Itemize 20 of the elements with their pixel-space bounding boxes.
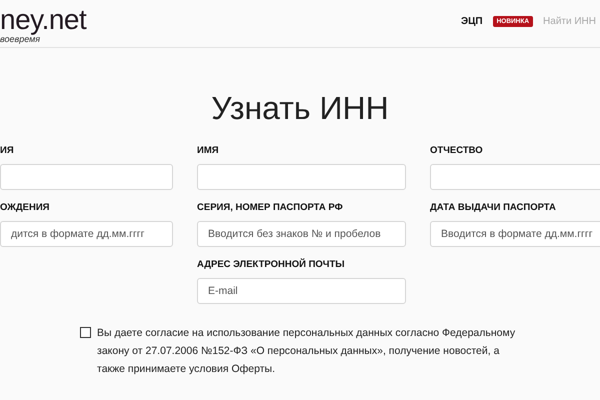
input-field[interactable]: E-mail [197, 278, 406, 304]
field-label: ОТЧЕСТВО [430, 145, 484, 156]
input-field[interactable] [430, 164, 600, 190]
consent-text: Вы даете согласие на использование персональных данных согласно Федеральному закону от 27.07.2006 №152-ФЗ «О персональных данных», получение новостей, а также принимаете условия Оферты. [97, 326, 516, 377]
field-label: ДАТА ВЫДАЧИ ПАСПОРТА [430, 202, 557, 213]
field-label: СЕРИЯ, НОМЕР ПАСПОРТА РФ [197, 202, 344, 213]
consent-checkbox[interactable] [80, 327, 91, 338]
field-label: ИЯ [0, 145, 15, 156]
input-field[interactable]: Вводится без знаков № и пробелов [197, 221, 406, 247]
input-field[interactable]: Вводится в формате дд.мм.гггг [430, 221, 600, 247]
input-field[interactable] [197, 164, 406, 190]
input-field[interactable] [0, 164, 173, 190]
page-title: Узнать ИНН [210, 90, 390, 127]
input-field[interactable]: дится в формате дд.мм.гггг [0, 221, 173, 247]
slogan: воевремя [0, 34, 40, 44]
field-label: ОЖДЕНИЯ [0, 202, 50, 213]
field-label: АДРЕС ЭЛЕКТРОННОЙ ПОЧТЫ [197, 259, 346, 270]
logo[interactable]: ney.net [0, 6, 86, 34]
field-label: ИМЯ [197, 145, 220, 156]
nav-link[interactable]: ЭЦП [460, 16, 483, 27]
